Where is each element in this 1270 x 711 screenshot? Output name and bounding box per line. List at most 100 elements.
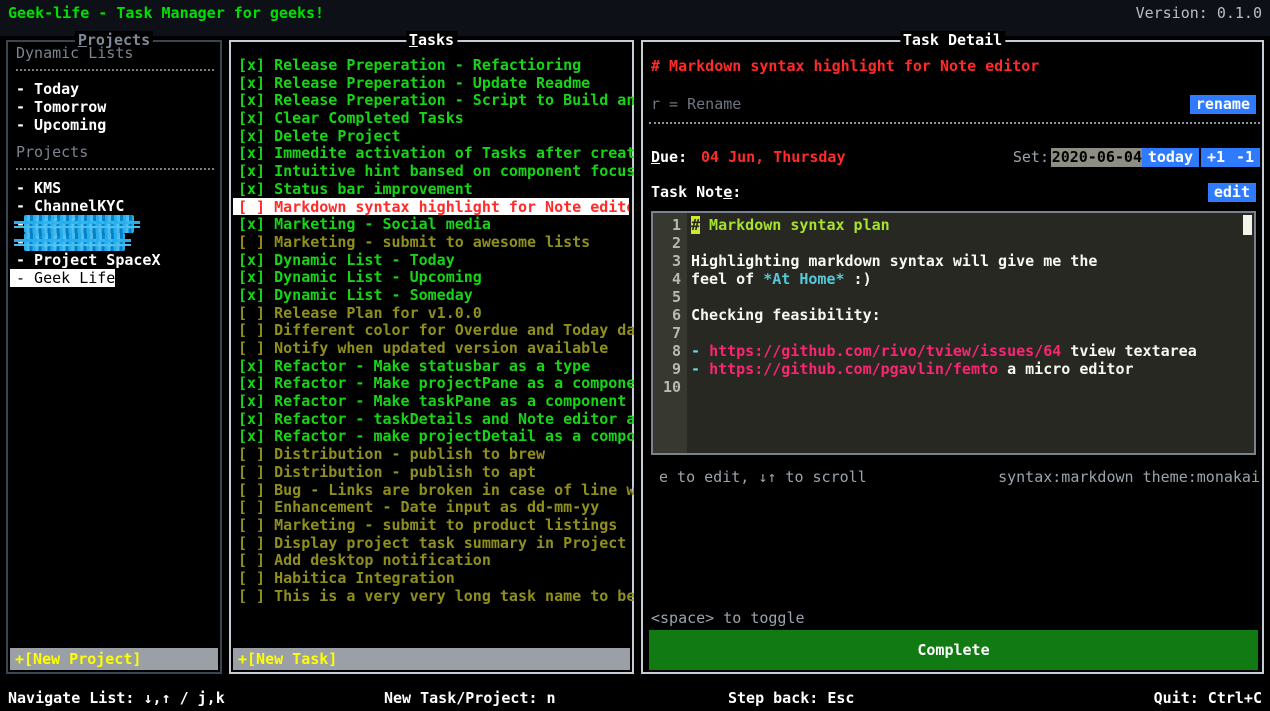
task-note-label: Task Note: (651, 183, 741, 201)
task-row[interactable]: [ ] Distribution - publish to brew (233, 445, 634, 463)
task-row[interactable]: [ ] Marketing - submit to product listin… (233, 516, 634, 534)
editor-text-span: - (691, 342, 709, 360)
editor-text-span: https://github.com/rivo/tview/issues/64 (709, 342, 1061, 360)
status-bar: Navigate List: ↓,↑ / j,k New Task/Projec… (0, 685, 1270, 711)
editor-text-span: https://github.com/pgavlin/femto (709, 360, 998, 378)
toggle-hint: <space> to toggle (651, 609, 805, 627)
detail-task-title: # Markdown syntax highlight for Note edi… (651, 57, 1039, 75)
task-row[interactable]: [ ] Enhancement - Date input as dd-mm-yy (233, 498, 634, 516)
section-divider (16, 168, 214, 171)
task-note-label-b: : (732, 183, 741, 201)
editor-line-text: feel of *At Home* :) (691, 270, 872, 288)
task-row[interactable]: [x] Clear Completed Tasks (233, 109, 634, 127)
task-row[interactable]: [x] Status bar improvement (233, 180, 634, 198)
due-label-rest: ue: (660, 148, 687, 166)
task-row[interactable]: [ ] Release Plan for v1.0.0 (233, 304, 634, 322)
editor-text-span: :) (845, 270, 872, 288)
project-list-item[interactable]: - KMS (10, 179, 218, 197)
tasks-panel[interactable]: Tasks [x] Release Preperation - Refactio… (229, 40, 634, 674)
task-row[interactable]: [ ] Bug - Links are broken in case of li… (233, 481, 634, 499)
status-quit: Quit: Ctrl+C (1154, 689, 1262, 707)
project-list-item[interactable]: - Project SpaceX (10, 251, 218, 269)
projects-list[interactable]: Dynamic Lists - Today- Tomorrow- Upcoming… (10, 44, 218, 644)
editor-line-text: Checking feasibility: (691, 306, 881, 324)
task-row[interactable]: [x] Refactor - Make taskPane as a compon… (233, 392, 634, 410)
project-item-label: - Upcoming (10, 116, 218, 134)
editor-line-text: - https://github.com/pgavlin/femto a mic… (691, 360, 1134, 378)
complete-button[interactable]: Complete (649, 630, 1258, 670)
date-input[interactable]: 2020-06-04 (1051, 148, 1143, 167)
editor-line-number: 6 (653, 306, 681, 324)
project-list-item[interactable]: - Upcoming (10, 116, 218, 134)
decrement-day-button[interactable]: -1 (1230, 148, 1260, 167)
editor-text-span: Highlighting markdown syntax will give m… (691, 252, 1097, 270)
editor-text-span: # (691, 216, 700, 234)
increment-day-button[interactable]: +1 (1201, 148, 1231, 167)
status-new: New Task/Project: n (384, 689, 556, 707)
projects-panel[interactable]: Projects Dynamic Lists- Today- Tomorrow-… (6, 40, 222, 674)
status-navigate: Navigate List: ↓,↑ / j,k (8, 689, 225, 707)
task-row[interactable]: [x] Refactor - taskDetails and Note edit… (233, 410, 634, 428)
tasks-panel-title: Tasks (406, 31, 457, 49)
rename-button[interactable]: rename (1190, 95, 1256, 114)
task-row[interactable]: [ ] Habitica Integration (233, 569, 634, 587)
task-row[interactable]: [x] Dynamic List - Today (233, 251, 634, 269)
tasks-list[interactable]: [x] Release Preperation - Refactioring[x… (233, 56, 634, 651)
rename-hint: r = Rename (651, 95, 741, 113)
task-row[interactable]: [ ] Display project task summary in Proj… (233, 534, 634, 552)
editor-text-span: a micro editor (998, 360, 1133, 378)
task-row[interactable]: [ ] Add desktop notification (233, 551, 634, 569)
project-item-label: - Tomorrow (10, 98, 218, 116)
project-list-item[interactable]: - IDBI Audit (10, 233, 218, 251)
task-row[interactable]: [ ] Marketing - submit to awesome lists (233, 233, 634, 251)
version-label: Version: 0.1.0 (1136, 4, 1262, 22)
redaction-scribble (24, 215, 134, 233)
project-list-item[interactable]: - Today (10, 80, 218, 98)
editor-line-number: 2 (653, 234, 681, 252)
task-row[interactable]: [ ] This is a very very long task name t… (233, 587, 634, 605)
task-row[interactable]: [ ] Notify when updated version availabl… (233, 339, 634, 357)
editor-text-span: Checking feasibility: (691, 306, 881, 324)
task-row-selected[interactable]: [ ] Markdown syntax highlight for Note e… (233, 198, 629, 216)
task-row[interactable]: [ ] Different color for Overdue and Toda… (233, 321, 634, 339)
project-list-item[interactable]: - Geek Life (10, 269, 218, 287)
task-row[interactable]: [x] Refactor - make projectDetail as a c… (233, 427, 634, 445)
projects-section-heading: Dynamic Lists (10, 44, 218, 62)
task-row[interactable]: [x] Delete Project (233, 127, 634, 145)
today-button[interactable]: today (1142, 148, 1199, 167)
editor-scrollbar-thumb[interactable] (1243, 215, 1252, 235)
section-spacer (10, 134, 218, 143)
project-item-label: - LMS Project (10, 215, 218, 233)
project-item-label: - KMS (10, 179, 218, 197)
editor-text-span: feel of (691, 270, 763, 288)
task-row[interactable]: [ ] Distribution - publish to apt (233, 463, 634, 481)
task-row[interactable]: [x] Release Preperation - Script to Buil… (233, 91, 634, 109)
app-title: Geek-life - Task Manager for geeks! (8, 4, 324, 22)
edit-note-button[interactable]: edit (1208, 183, 1256, 202)
editor-line-number: 9 (653, 360, 681, 378)
task-row[interactable]: [x] Intuitive hint bansed on component f… (233, 162, 634, 180)
task-detail-body: # Markdown syntax highlight for Note edi… (645, 44, 1264, 674)
task-detail-panel[interactable]: Task Detail # Markdown syntax highlight … (641, 40, 1264, 674)
project-list-item[interactable]: - Tomorrow (10, 98, 218, 116)
task-row[interactable]: [x] Refactor - Make statusbar as a type (233, 357, 634, 375)
note-editor[interactable]: 1# Markdown syntax plan23Highlighting ma… (651, 211, 1256, 455)
new-task-button[interactable]: +[New Task] (233, 648, 630, 670)
editor-line-text: Highlighting markdown syntax will give m… (691, 252, 1097, 270)
task-row[interactable]: [x] Immedite activation of Tasks after c… (233, 144, 634, 162)
project-item-label: - Project SpaceX (10, 251, 218, 269)
task-row[interactable]: [x] Release Preperation - Refactioring (233, 56, 634, 74)
terminal-app-window: Geek-life - Task Manager for geeks! Vers… (0, 0, 1270, 711)
task-row[interactable]: [x] Dynamic List - Someday (233, 286, 634, 304)
task-row[interactable]: [x] Marketing - Social media (233, 215, 634, 233)
task-row[interactable]: [x] Release Preperation - Update Readme (233, 74, 634, 92)
editor-text-span: Markdown syntax plan (700, 216, 890, 234)
project-item-label: - Geek Life (10, 269, 115, 287)
task-row[interactable]: [x] Refactor - Make projectPane as a com… (233, 374, 634, 392)
section-divider (16, 69, 214, 72)
project-list-item[interactable]: - ChannelKYC (10, 197, 218, 215)
project-list-item[interactable]: - LMS Project (10, 215, 218, 233)
task-row[interactable]: [x] Dynamic List - Upcoming (233, 268, 634, 286)
new-project-button[interactable]: +[New Project] (10, 648, 218, 670)
editor-text-span: *At Home* (763, 270, 844, 288)
